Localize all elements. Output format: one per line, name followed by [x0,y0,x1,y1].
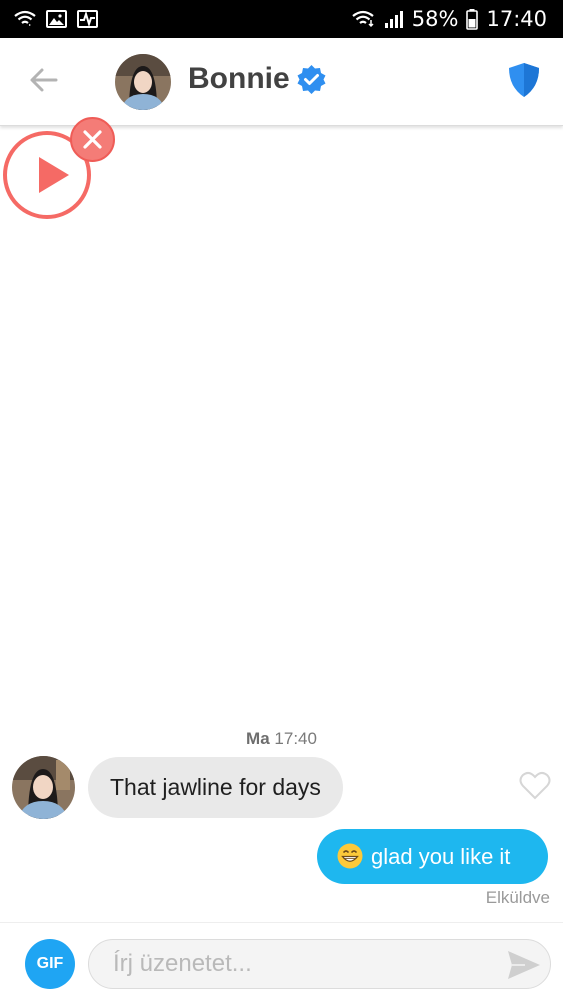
timestamp-day: Ma [246,729,270,748]
close-video-button[interactable] [70,117,115,162]
gallery-icon [46,10,67,28]
incoming-message[interactable]: That jawline for days [88,757,343,818]
timestamp-time: 17:40 [274,729,317,748]
status-right: 58% 17:40 [352,7,547,31]
outgoing-message-text: glad you like it [371,844,511,869]
chat-header: Bonnie [0,38,563,126]
battery-percent: 58% [411,7,459,31]
sent-status: Elküldve [485,888,550,907]
send-icon[interactable] [507,950,541,980]
gif-button[interactable]: GIF [25,939,75,989]
contact-name[interactable]: Bonnie [188,62,290,96]
close-icon [83,130,102,149]
grinning-face-emoji [337,843,363,869]
contact-avatar[interactable] [115,54,171,110]
wifi-calling-icon [14,10,36,26]
status-left-icons [14,9,98,29]
play-icon [39,157,69,193]
activity-icon [77,10,98,28]
message-input[interactable] [113,940,493,988]
outgoing-message[interactable]: glad you like it [317,829,548,884]
verified-badge-icon [297,65,326,94]
clock: 17:40 [486,7,547,31]
message-composer: GIF [0,922,563,1000]
arrow-left-icon[interactable] [28,64,60,96]
message-input-wrapper [88,939,551,989]
status-bar: 58% 17:40 [0,0,563,38]
wifi-signal-icon [352,10,374,28]
heart-outline-icon[interactable] [519,770,551,800]
message-timestamp: Ma 17:40 [0,729,563,749]
sender-avatar[interactable] [12,756,75,819]
battery-icon [466,8,479,30]
cell-signal-icon [384,11,403,28]
shield-icon[interactable] [508,62,540,98]
